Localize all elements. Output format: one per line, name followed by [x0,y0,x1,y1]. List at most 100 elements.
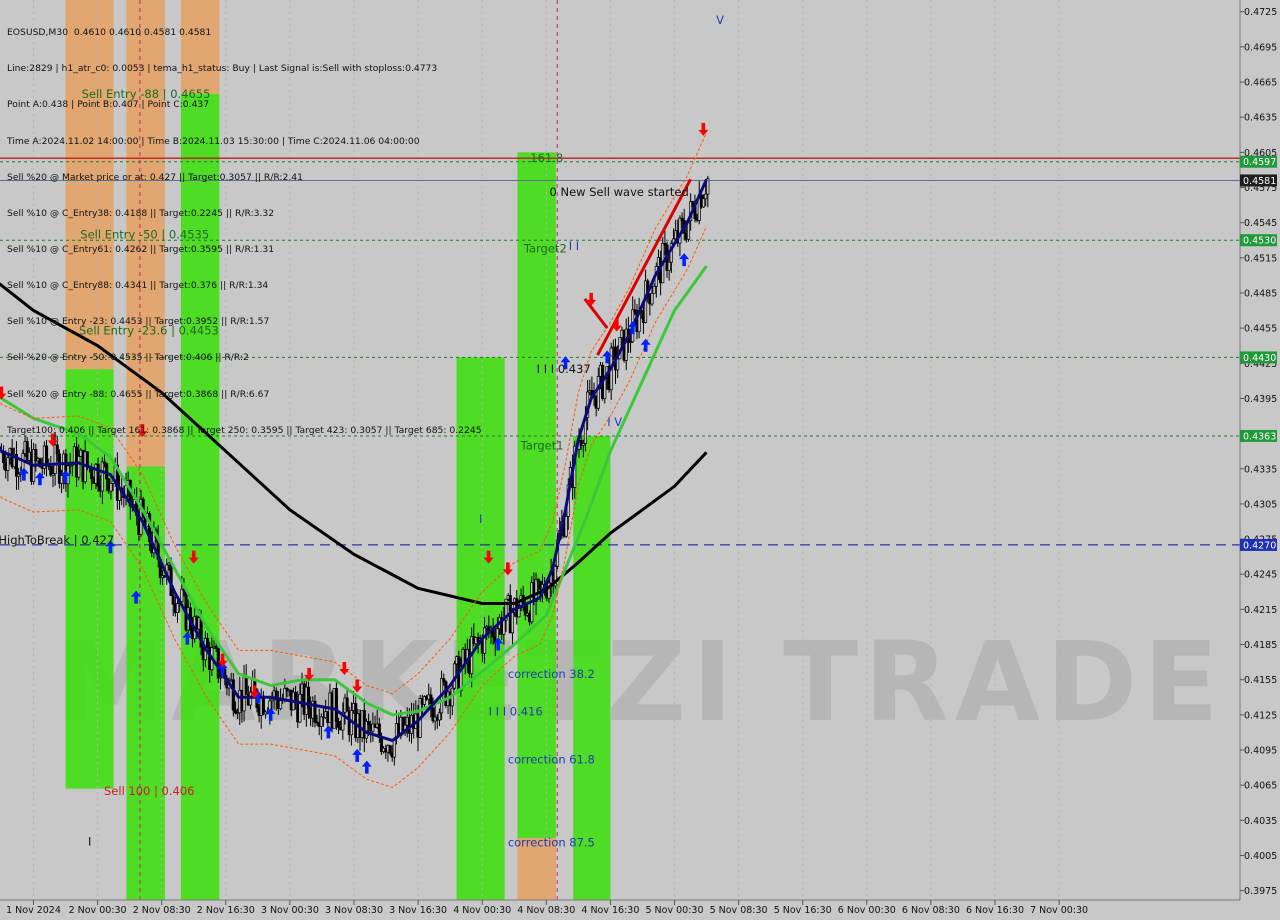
info-line: Line:2829 | h1_atr_c0: 0.0053 | tema_h1_… [7,63,438,75]
y-tick-label: 0.4665 [1244,78,1277,89]
x-tick-label: 4 Nov 08:30 [517,905,575,916]
x-tick-label: 2 Nov 00:30 [69,905,127,916]
y-tick-label: 0.4335 [1244,464,1277,475]
chart-annotation: 161.8 [530,151,563,165]
x-tick-label: 5 Nov 08:30 [710,905,768,916]
chart-annotation: Sell 100 | 0.406 [104,784,194,798]
candle-body [596,376,600,409]
y-tick-label: 0.4065 [1244,781,1277,792]
candle-body [367,721,371,725]
candle-body [437,712,441,721]
info-line: Point A:0.438 | Point B:0.407 | Point C:… [7,99,210,111]
chart-annotation: correction 87.5 [508,836,595,850]
candle-body [680,217,684,221]
x-tick-label: 3 Nov 16:30 [389,905,447,916]
x-tick-label: 5 Nov 16:30 [774,905,832,916]
y-tick-label: 0.4035 [1244,816,1277,827]
info-line: Sell %20 @ Market price or at: 0.427 || … [7,171,303,183]
chart-annotation: Target2 [523,241,567,255]
candle-body [510,611,514,634]
candle-body [704,193,708,200]
y-tick-label: 0.4095 [1244,746,1277,757]
info-line: Target100: 0.406 || Target 161: 0.3868 |… [7,424,482,436]
x-axis: 1 Nov 2024 2 Nov 00:30 2 Nov 08:30 2 Nov 16… [6,900,1088,916]
candle-body [650,293,654,305]
y-tick-label: 0.4635 [1244,113,1277,124]
candle-body [667,261,671,272]
candle-body [279,700,283,710]
info-line: Sell %10 @ C_Entry38: 0.4188 || Target:0… [7,207,275,219]
candle-body [109,483,113,492]
candle-body [502,619,506,635]
candle-body [231,679,235,711]
x-tick-label: 2 Nov 08:30 [133,905,191,916]
x-tick-label: 4 Nov 16:30 [581,905,639,916]
chart-annotation: I I [569,239,579,253]
candle-body [319,716,323,727]
y-tick-label: 0.4695 [1244,42,1277,53]
price-badge-label: 0.4530 [1243,236,1276,247]
candle-body [564,516,568,537]
price-badge-label: 0.4430 [1243,353,1276,364]
price-badge-label: 0.4581 [1243,176,1276,187]
x-tick-label: 4 Nov 00:30 [453,905,511,916]
x-tick-label: 6 Nov 00:30 [838,905,896,916]
candle-body [633,309,637,313]
candle-body [216,648,220,679]
info-line: Time A:2024.11.02 14:00:00 | Time B:2024… [7,135,420,147]
chart-annotation: correction 38.2 [508,667,595,681]
candle-body [616,358,620,371]
candle-body [105,463,109,480]
candle-body [298,694,302,723]
x-tick-label: 1 Nov 2024 [6,905,61,916]
chart-annotation: correction 61.8 [508,752,595,766]
info-line: Sell %10 @ C_Entry88: 0.4341 || Target:0… [7,280,269,292]
y-tick-label: 0.4125 [1244,710,1277,721]
y-tick-label: 0.4515 [1244,253,1277,264]
candle-body [388,745,392,754]
candle-body [175,603,180,614]
y-axis: 0.47250.46950.46650.46350.46050.45750.45… [1240,7,1277,897]
candle-body [345,697,349,712]
candle-body [206,637,210,648]
candle-body [701,198,706,208]
price-badges: 0.4597 0.4581 0.4530 0.4430 0.4363 0.4270 [1240,155,1277,551]
candle-body [244,676,248,695]
candle-body [482,627,487,654]
candle-body [171,595,175,605]
candle-body [100,461,104,492]
y-tick-label: 0.4005 [1244,851,1277,862]
price-badge-label: 0.4270 [1243,540,1276,551]
y-tick-label: 0.4455 [1244,324,1277,335]
chart-annotation: FSB-HighToBreak | 0.427 [0,533,114,547]
y-tick-label: 0.4215 [1244,605,1277,616]
chart-annotation: 0 New Sell wave started [550,185,689,199]
y-tick-label: 0.4185 [1244,640,1277,651]
info-line: Sell %20 @ Entry -88: 0.4655 || Target:0… [7,388,270,400]
info-line: Sell %20 @ Entry -50: 0.4535 || Target:0… [7,352,249,364]
y-tick-label: 0.4305 [1244,499,1277,510]
x-tick-label: 6 Nov 08:30 [902,905,960,916]
candle-body [334,688,338,722]
candle-body [336,721,341,728]
price-badge-label: 0.4363 [1243,431,1276,442]
y-tick-label: 0.4395 [1244,394,1277,405]
y-tick-label: 0.4155 [1244,675,1277,686]
info-panel: EOSUSD,M30 0.4610 0.4610 0.4581 0.4581 L… [7,3,482,461]
chart-annotation: I [479,512,482,526]
x-tick-label: 3 Nov 00:30 [261,905,319,916]
info-line: EOSUSD,M30 0.4610 0.4610 0.4581 0.4581 [7,27,212,39]
chart-annotation: Target1 [520,438,564,452]
chart-annotation: I V [607,415,622,429]
price-badge-label: 0.4597 [1243,157,1276,168]
info-line: Sell %10 @ Entry -23: 0.4453 || Target:0… [7,316,270,328]
y-tick-label: 0.4545 [1244,218,1277,229]
x-tick-label: 6 Nov 16:30 [966,905,1024,916]
chart-annotation: I [88,834,91,848]
x-tick-label: 7 Nov 00:30 [1030,905,1088,916]
candle-body [442,678,446,683]
y-tick-label: 0.4245 [1244,570,1277,581]
watermark-logo: MARKETZI TRADE [55,618,1224,746]
chart-annotation: I I I 0.416 [489,704,543,718]
chart-window: MARKETZI TRADE Sell Entry -88 | 0.4655 Se… [0,0,1280,920]
